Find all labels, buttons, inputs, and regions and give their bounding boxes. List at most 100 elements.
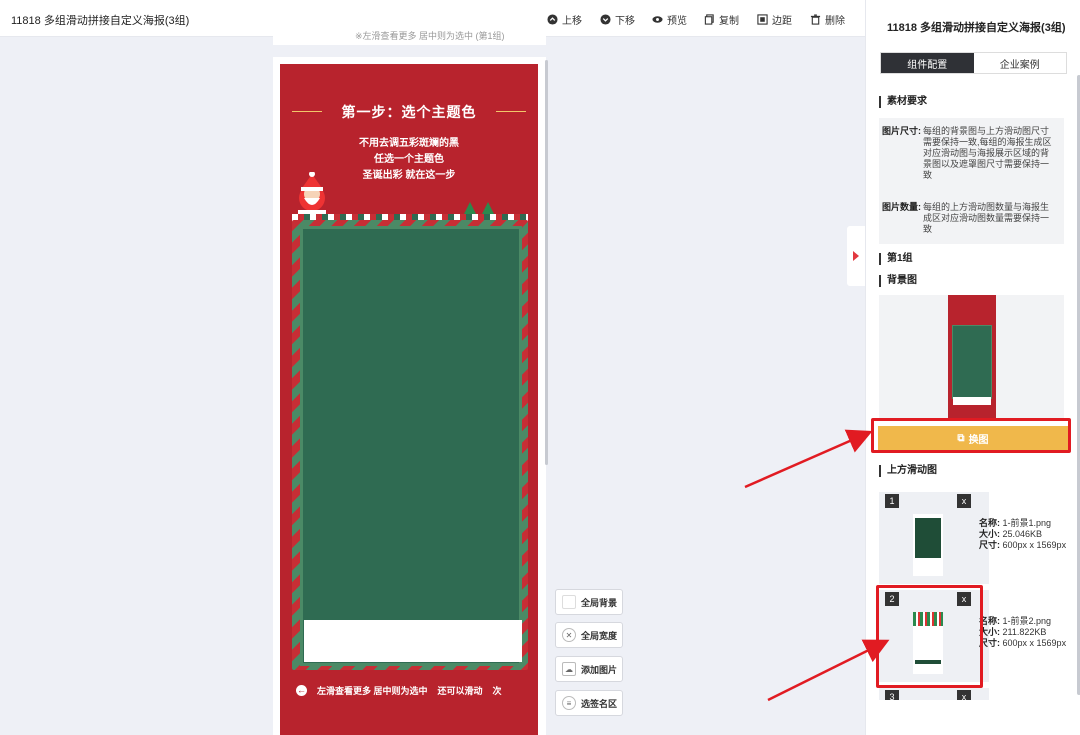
- slide-dim-row: 尺寸: 600px x 1569px: [979, 638, 1071, 649]
- background-image-title: 背景图: [879, 275, 917, 287]
- preview-label: 预览: [667, 16, 687, 27]
- slide-size: 211.822KB: [1002, 627, 1047, 637]
- strip-text: ※左滑查看更多 居中则为选中 (第1组): [355, 31, 505, 41]
- move-up-label: 上移: [562, 16, 582, 27]
- requirement-count: 图片数量: 每组的上方滑动图数量与海报生成区对应滑动图数量需要保持一致: [882, 202, 1056, 235]
- poster-footer: ← 左滑查看更多 居中则为选中 还可以滑动 次: [296, 684, 502, 697]
- poster-line-2: 任选一个主题色: [374, 154, 444, 165]
- margin-label: 边距: [772, 16, 792, 27]
- slide-index: 3: [885, 690, 899, 700]
- slide-info-2: 名称: 1-前景2.png 大小: 211.822KB 尺寸: 600px x …: [979, 616, 1071, 649]
- slide-images-title: 上方滑动图: [879, 465, 937, 477]
- thumbnail-signature: [953, 397, 991, 405]
- requirement-size-key: 图片尺寸:: [882, 126, 921, 136]
- panel-collapse-handle[interactable]: [847, 226, 865, 286]
- slide-dim-key: 尺寸:: [979, 540, 1000, 550]
- swap-icon: ⧉: [957, 432, 965, 444]
- signature-area-label: 选签名区: [581, 698, 618, 709]
- signature-area: [304, 620, 522, 662]
- tab-enterprise-cases[interactable]: 企业案例: [974, 53, 1067, 73]
- trash-icon: [810, 14, 821, 25]
- slide-size-key: 大小:: [979, 529, 1000, 539]
- slide-name: 1-前景2.png: [1002, 616, 1052, 626]
- margin-button[interactable]: 边距: [757, 12, 792, 27]
- slide-name: 1-前景1.png: [1002, 518, 1052, 528]
- background-icon: [562, 595, 576, 609]
- global-width-label: 全局宽度: [581, 630, 618, 641]
- slide-name-row: 名称: 1-前景1.png: [979, 518, 1071, 529]
- footer-left-text: 左滑查看更多 居中则为选中: [317, 686, 428, 696]
- swap-image-button[interactable]: ⧉ 换图: [878, 426, 1068, 450]
- canvas-scrollbar[interactable]: [545, 60, 548, 465]
- requirement-count-key: 图片数量:: [882, 202, 921, 212]
- add-image-button[interactable]: ☁ 添加图片: [555, 656, 623, 682]
- remove-slide-button[interactable]: x: [957, 690, 971, 700]
- slide-name-key: 名称:: [979, 616, 1000, 626]
- footer-right-text: 次: [492, 686, 502, 696]
- previous-component-strip[interactable]: ※左滑查看更多 居中则为选中 (第1组): [273, 27, 546, 45]
- signature-area-button[interactable]: ≡ 选签名区: [555, 690, 623, 716]
- config-panel: 11818 多组滑动拼接自定义海报(3组) 组件配置 企业案例 素材要求 图片尺…: [865, 0, 1080, 735]
- eye-icon: [652, 16, 663, 23]
- slide-name-row: 名称: 1-前景2.png: [979, 616, 1071, 627]
- panel-tabs: 组件配置 企业案例: [880, 52, 1067, 74]
- delete-label: 删除: [825, 16, 845, 27]
- requirements-box: 图片尺寸: 每组的背景图与上方滑动图尺寸需要保持一致,每组的海报生成区对应滑动图…: [879, 118, 1064, 244]
- green-board: [300, 226, 522, 666]
- slide-thumbnail: [913, 612, 943, 674]
- copy-icon: [704, 14, 714, 25]
- width-icon: ✕: [562, 628, 576, 642]
- move-down-label: 下移: [615, 16, 635, 27]
- swap-image-label: 换图: [968, 434, 989, 446]
- caret-right-icon: [853, 251, 859, 261]
- slide-card-3[interactable]: 3 x: [879, 688, 989, 700]
- slide-dim-key: 尺寸:: [979, 638, 1000, 648]
- slide-size: 25.046KB: [1002, 529, 1043, 539]
- slide-card-1[interactable]: 1 x: [879, 492, 989, 584]
- poster-preview[interactable]: 第一步：选个主题色 不用去调五彩斑斓的黑 任选一个主题色 圣诞出彩 就在这一步 …: [280, 64, 538, 735]
- delete-button[interactable]: 删除: [810, 12, 845, 27]
- copy-label: 复制: [719, 16, 739, 27]
- remove-slide-button[interactable]: x: [957, 494, 971, 508]
- material-section-title: 素材要求: [879, 96, 927, 108]
- move-up-button[interactable]: 上移: [547, 12, 582, 27]
- tab-component-config[interactable]: 组件配置: [881, 53, 974, 73]
- margin-icon: [757, 14, 768, 25]
- footer-mid-text: 还可以滑动: [437, 686, 483, 696]
- slide-card-2[interactable]: 2 x: [879, 590, 989, 682]
- arrow-to-swap-button: [744, 429, 873, 489]
- slide-size-key: 大小:: [979, 627, 1000, 637]
- move-down-button[interactable]: 下移: [600, 12, 635, 27]
- slide-thumbnail-bar: [915, 660, 941, 664]
- signature-icon: ≡: [562, 696, 576, 710]
- slide-thumbnail-board: [915, 518, 941, 558]
- add-image-label: 添加图片: [581, 664, 618, 675]
- background-image-preview[interactable]: [879, 295, 1064, 419]
- decor-line-right: [496, 111, 526, 112]
- group-title: 第1组: [879, 253, 913, 265]
- slide-dim: 600px x 1569px: [1002, 638, 1067, 648]
- arrow-up-circle-icon: [547, 14, 558, 25]
- remove-slide-button[interactable]: x: [957, 592, 971, 606]
- page-title: 11818 多组滑动拼接自定义海报(3组): [11, 15, 190, 27]
- preview-button[interactable]: 预览: [652, 12, 687, 27]
- poster-step-title: 第一步：选个主题色: [341, 104, 477, 120]
- swipe-left-icon: ←: [296, 685, 307, 696]
- slide-size-row: 大小: 211.822KB: [979, 627, 1071, 638]
- global-width-button[interactable]: ✕ 全局宽度: [555, 622, 623, 648]
- panel-title: 11818 多组滑动拼接自定义海报(3组): [887, 22, 1066, 34]
- copy-button[interactable]: 复制: [704, 12, 739, 27]
- slide-index: 1: [885, 494, 899, 508]
- requirement-count-value: 每组的上方滑动图数量与海报生成区对应滑动图数量需要保持一致: [923, 202, 1050, 234]
- slide-dim-row: 尺寸: 600px x 1569px: [979, 540, 1071, 551]
- slide-thumbnail-decor: [913, 612, 943, 626]
- global-background-button[interactable]: 全局背景: [555, 589, 623, 615]
- slide-dim: 600px x 1569px: [1002, 540, 1067, 550]
- requirement-size-value: 每组的背景图与上方滑动图尺寸需要保持一致,每组的海报生成区对应滑动图与海报展示区…: [923, 126, 1052, 180]
- requirement-size: 图片尺寸: 每组的背景图与上方滑动图尺寸需要保持一致,每组的海报生成区对应滑动图…: [882, 126, 1056, 181]
- slide-name-key: 名称:: [979, 518, 1000, 528]
- global-background-label: 全局背景: [581, 597, 618, 608]
- arrow-down-circle-icon: [600, 14, 611, 25]
- image-icon: ☁: [562, 662, 576, 676]
- slide-index: 2: [885, 592, 899, 606]
